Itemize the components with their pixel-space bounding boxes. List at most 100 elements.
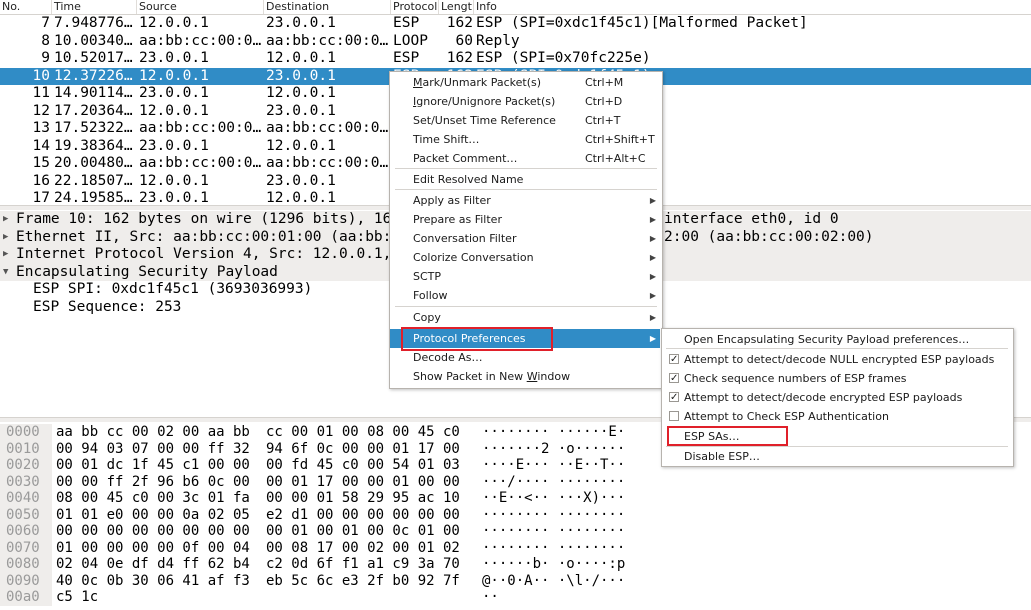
ascii-bytes[interactable]: ········ ········ — [482, 523, 625, 540]
hex-bytes-second-half[interactable]: e2 d1 00 00 00 00 00 00 — [266, 507, 460, 524]
menu-item-colorize-conversation[interactable]: Colorize Conversation ▶ — [390, 248, 660, 267]
menu-item-prepare-as-filter[interactable]: Prepare as Filter ▶ — [390, 210, 660, 229]
column-header-info[interactable]: Info — [474, 0, 1031, 14]
label-text: Apply as Filter — [413, 194, 491, 207]
menu-item-follow[interactable]: Follow ▶ — [390, 286, 660, 305]
hex-bytes-second-half[interactable]: 00 08 17 00 02 00 01 02 — [266, 540, 460, 557]
menu-item-ignore-unignore-packet-s[interactable]: Ignore/Unignore Packet(s) Ctrl+D — [390, 92, 660, 111]
hex-bytes-first-half[interactable]: 02 04 0e df d4 ff 62 b4 — [56, 556, 250, 573]
packet-row[interactable]: 9 10.52017… 23.0.0.1 12.0.0.1 ESP 162 ESP (SPI… — [0, 50, 1031, 68]
submenu-item-check-sequence-numbers-of-esp-frames[interactable]: ✓ Check sequence numbers of ESP frames — [662, 369, 1011, 388]
label-text: Copy — [413, 311, 441, 324]
submenu-item-open-encapsulating-security-payload-preferences[interactable]: Open Encapsulating Security Payload pref… — [662, 330, 1011, 349]
menu-item-packet-comment[interactable]: Packet Comment… Ctrl+Alt+C — [390, 149, 660, 168]
menu-item-label: Time Shift… — [413, 130, 479, 149]
hex-bytes-first-half[interactable]: 08 00 45 c0 00 3c 01 fa — [56, 490, 250, 507]
menu-item-decode-as[interactable]: Decode As… — [390, 348, 660, 367]
submenu-item-esp-sas[interactable]: ESP SAs… — [662, 427, 1011, 446]
bytes-row[interactable]: 0040 08 00 45 c0 00 3c 01 fa 00 00 01 58 2… — [0, 490, 1031, 507]
hex-bytes-second-half[interactable]: c2 0d 6f f1 a1 c9 3a 70 — [266, 556, 460, 573]
hex-bytes-first-half[interactable]: c5 1c — [56, 589, 98, 606]
ascii-bytes[interactable]: ···/···· ········ — [482, 474, 625, 491]
bytes-row[interactable]: 0090 40 0c 0b 30 06 41 af f3 eb 5c 6c e3 2… — [0, 572, 1031, 590]
column-header-destination[interactable]: Destination — [264, 0, 391, 14]
menu-item-label: Set/Unset Time Reference — [413, 111, 556, 130]
packet-row[interactable]: 7 7.948776… 12.0.0.1 23.0.0.1 ESP 162 ESP (SPI… — [0, 15, 1031, 33]
menu-item-copy[interactable]: Copy ▶ — [390, 308, 660, 327]
hex-bytes-second-half[interactable]: 00 fd 45 c0 00 54 01 03 — [266, 457, 460, 474]
submenu-item-attempt-to-detect-decode-null-encrypted-esp-payloads[interactable]: ✓ Attempt to detect/decode NULL encrypted… — [662, 350, 1011, 369]
ascii-bytes[interactable]: ··E··<·· ···X)··· — [482, 490, 625, 507]
packet-length: 162 — [446, 50, 473, 66]
column-header-no[interactable]: No. — [0, 0, 52, 14]
column-header-length[interactable]: Length — [439, 0, 474, 14]
hex-bytes-second-half[interactable]: 00 01 17 00 00 01 00 00 — [266, 474, 460, 491]
ascii-bytes[interactable]: ········ ········ — [482, 507, 625, 524]
ascii-bytes[interactable]: @··0·A·· ·\l·/··· — [482, 573, 625, 590]
menu-item-conversation-filter[interactable]: Conversation Filter ▶ — [390, 229, 660, 248]
byte-offset: 0030 — [0, 473, 52, 490]
packet-protocol: ESP — [393, 50, 420, 66]
bytes-row[interactable]: 00a0 c5 1c ·· — [0, 589, 1031, 606]
mnemonic-letter: W — [526, 370, 538, 383]
hex-bytes-first-half[interactable]: 00 94 03 07 00 00 ff 32 — [56, 441, 250, 458]
packet-row[interactable]: 8 10.00340… aa:bb:cc:00:0… aa:bb:cc:00:0… LO… — [0, 33, 1031, 51]
expanded-arrow-icon[interactable]: ▼ — [3, 264, 13, 282]
hex-bytes-second-half[interactable]: eb 5c 6c e3 2f b0 92 7f — [266, 573, 460, 590]
collapsed-arrow-icon[interactable]: ▶ — [3, 211, 13, 229]
packet-destination: 12.0.0.1 — [266, 137, 336, 154]
detail-text-continued: interface eth0, id 0 — [664, 211, 839, 227]
hex-bytes-first-half[interactable]: 01 00 00 00 00 0f 00 04 — [56, 540, 250, 557]
ascii-bytes[interactable]: ······b· ·o····:p — [482, 556, 625, 573]
bytes-row[interactable]: 0080 02 04 0e df d4 ff 62 b4 c2 0d 6f f1 a… — [0, 556, 1031, 573]
submenu-item-attempt-to-detect-decode-encrypted-esp-payloads[interactable]: ✓ Attempt to detect/decode encrypted ESP … — [662, 388, 1011, 407]
hex-bytes-second-half[interactable]: 00 01 00 01 00 0c 01 00 — [266, 523, 460, 540]
menu-item-set-unset-time-reference[interactable]: Set/Unset Time Reference Ctrl+T — [390, 111, 660, 130]
menu-item-mark-unmark-packet-s[interactable]: Mark/Unmark Packet(s) Ctrl+M — [390, 73, 660, 92]
menu-item-time-shift[interactable]: Time Shift… Ctrl+Shift+T — [390, 130, 660, 149]
submenu-item-disable-esp[interactable]: Disable ESP… — [662, 447, 1011, 466]
byte-offset: 00a0 — [0, 589, 52, 606]
ascii-bytes[interactable]: ·······2 ·o······ — [482, 441, 625, 458]
hex-bytes-second-half[interactable]: cc 00 01 00 08 00 45 c0 — [266, 424, 460, 441]
label-text: gnore/Unignore Packet(s) — [416, 95, 556, 108]
detail-text-continued: 2:00 (aa:bb:cc:00:02:00) — [664, 228, 874, 245]
hex-bytes-first-half[interactable]: 40 0c 0b 30 06 41 af f3 — [56, 573, 250, 590]
byte-offset: 0050 — [0, 506, 52, 523]
hex-bytes-first-half[interactable]: aa bb cc 00 02 00 aa bb — [56, 424, 250, 441]
submenu-item-attempt-to-check-esp-authentication[interactable]: Attempt to Check ESP Authentication — [662, 407, 1011, 426]
ascii-bytes[interactable]: ········ ······E· — [482, 424, 625, 441]
bytes-row[interactable]: 0060 00 00 00 00 00 00 00 00 00 01 00 01 0… — [0, 523, 1031, 540]
packet-number: 15 — [32, 155, 50, 171]
hex-bytes-first-half[interactable]: 00 01 dc 1f 45 c1 00 00 — [56, 457, 250, 474]
column-header-source[interactable]: Source — [137, 0, 264, 14]
menu-item-apply-as-filter[interactable]: Apply as Filter ▶ — [390, 191, 660, 210]
bytes-row[interactable]: 0030 00 00 ff 2f 96 b6 0c 00 00 01 17 00 0… — [0, 473, 1031, 491]
menu-item-sctp[interactable]: SCTP ▶ — [390, 267, 660, 286]
collapsed-arrow-icon[interactable]: ▶ — [3, 229, 13, 247]
collapsed-arrow-icon[interactable]: ▶ — [3, 246, 13, 264]
bytes-row[interactable]: 0050 01 01 e0 00 00 0a 02 05 e2 d1 00 00 0… — [0, 506, 1031, 524]
packet-source: 12.0.0.1 — [139, 172, 209, 189]
column-header-time[interactable]: Time — [52, 0, 137, 14]
checkbox-checked[interactable]: ✓ — [669, 373, 679, 384]
bytes-row[interactable]: 0070 01 00 00 00 00 0f 00 04 00 08 17 00 0… — [0, 539, 1031, 557]
hex-bytes-first-half[interactable]: 00 00 00 00 00 00 00 00 — [56, 523, 250, 540]
menu-item-edit-resolved-name[interactable]: Edit Resolved Name — [390, 170, 660, 189]
byte-offset: 0060 — [0, 523, 52, 540]
hex-bytes-second-half[interactable]: 00 00 01 58 29 95 ac 10 — [266, 490, 460, 507]
checkbox-unchecked[interactable] — [669, 411, 679, 421]
menu-item-label: Copy — [413, 308, 441, 327]
ascii-bytes[interactable]: ········ ········ — [482, 540, 625, 557]
hex-bytes-first-half[interactable]: 00 00 ff 2f 96 b6 0c 00 — [56, 474, 250, 491]
menu-item-show-packet-in-new-window[interactable]: Show Packet in New Window — [390, 367, 660, 386]
menu-item-protocol-preferences[interactable]: Protocol Preferences ▶ — [390, 329, 660, 348]
checkbox-checked[interactable]: ✓ — [669, 392, 679, 403]
packet-time: 22.18507… — [54, 172, 133, 189]
hex-bytes-second-half[interactable]: 94 6f 0c 00 00 01 17 00 — [266, 441, 460, 458]
column-header-protocol[interactable]: Protocol — [391, 0, 439, 14]
ascii-bytes[interactable]: ····E··· ··E··T·· — [482, 457, 625, 474]
hex-bytes-first-half[interactable]: 01 01 e0 00 00 0a 02 05 — [56, 507, 250, 524]
ascii-bytes[interactable]: ·· — [482, 589, 499, 606]
checkbox-checked[interactable]: ✓ — [669, 354, 679, 365]
